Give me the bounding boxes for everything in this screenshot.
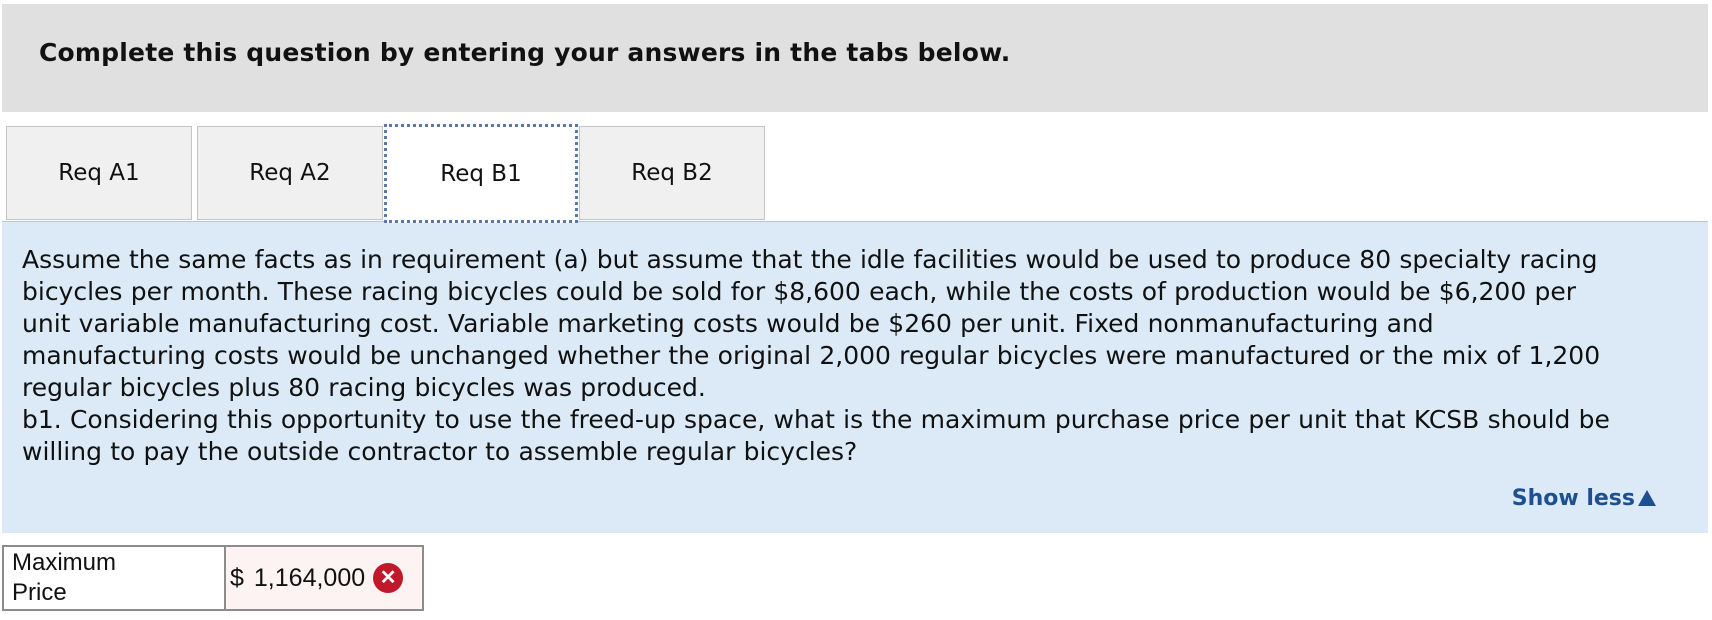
maximum-price-cell[interactable]: $ 1,164,000 ✕ (224, 545, 424, 611)
question-text: Assume the same facts as in requirement … (22, 245, 1610, 466)
answer-table: Maximum Price $ 1,164,000 ✕ (2, 545, 424, 611)
question-panel: Assume the same facts as in requirement … (2, 221, 1708, 533)
instruction-header: Complete this question by entering your … (2, 4, 1708, 112)
currency-symbol: $ (230, 563, 244, 592)
maximum-price-label: Maximum Price (2, 545, 226, 611)
x-circle-icon: ✕ (373, 563, 404, 593)
maximum-price-input[interactable]: 1,164,000 (254, 564, 365, 593)
tab-req-b1[interactable]: Req B1 (384, 124, 578, 223)
tab-req-a1[interactable]: Req A1 (6, 126, 192, 220)
show-less-label: Show less (1511, 486, 1635, 511)
show-less-link[interactable]: Show less (1512, 486, 1656, 511)
table-row: Maximum Price $ 1,164,000 ✕ (2, 545, 424, 611)
tab-req-b2[interactable]: Req B2 (579, 126, 765, 220)
triangle-up-icon (1638, 489, 1656, 506)
tab-req-a2[interactable]: Req A2 (197, 126, 383, 220)
instruction-text: Complete this question by entering your … (39, 38, 1011, 67)
